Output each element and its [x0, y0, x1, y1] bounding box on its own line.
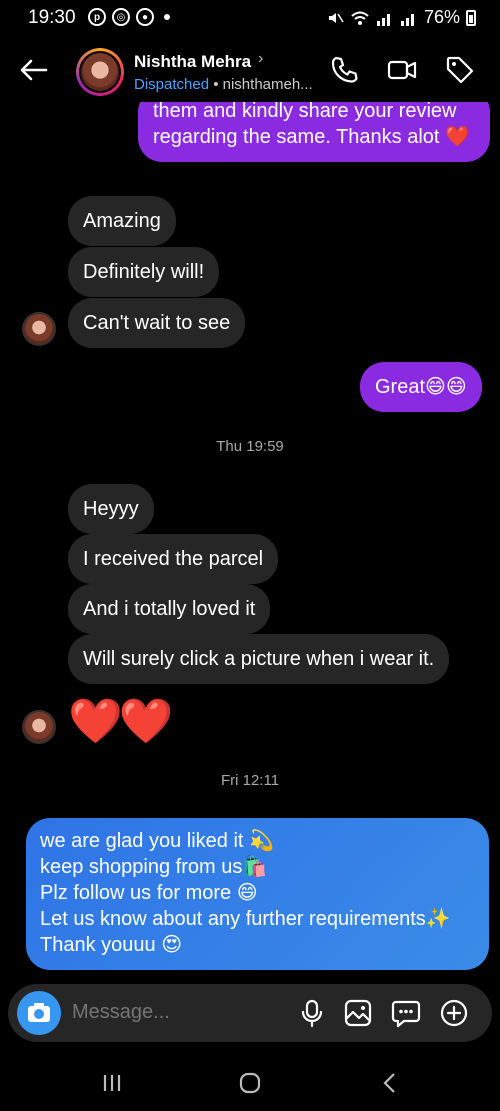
message-incoming[interactable]: I received the parcel [68, 534, 279, 584]
chevron-right-icon: › [258, 50, 264, 67]
camera-button[interactable] [17, 991, 61, 1035]
home-icon[interactable] [230, 1068, 270, 1098]
message-incoming[interactable]: Definitely will! [68, 247, 220, 297]
contact-avatar[interactable] [76, 48, 124, 96]
more-notifications-icon [164, 14, 170, 20]
contact-username: • nishthameh... [209, 76, 313, 93]
system-nav-bar [0, 1050, 500, 1111]
status-right: 76% [326, 7, 476, 28]
message-incoming[interactable]: And i totally loved it [68, 584, 271, 634]
recents-icon[interactable] [92, 1068, 132, 1098]
avatar-photo [81, 53, 119, 91]
message-incoming[interactable]: Can't wait to see [68, 298, 246, 348]
mute-icon [328, 12, 344, 23]
back-nav-icon[interactable] [370, 1068, 410, 1098]
battery-icon [466, 9, 476, 26]
tag-icon[interactable] [444, 54, 476, 86]
message-line: Thank youuu 😍 [40, 934, 183, 956]
instagram-icon: ◎ [112, 8, 130, 26]
message-input[interactable] [72, 1001, 272, 1024]
account-icon: ● [136, 8, 154, 26]
status-bar: 19:30 p ◎ ● 76% [0, 0, 500, 38]
sender-avatar[interactable] [22, 312, 56, 346]
signal-icon-2 [400, 13, 414, 26]
message-incoming[interactable]: Amazing [68, 196, 176, 246]
message-outgoing[interactable]: we are glad you liked it 💫 keep shopping… [26, 818, 489, 970]
contact-subtitle[interactable]: Dispatched • nishthameh... [134, 76, 313, 93]
camera-icon [28, 1003, 50, 1022]
contact-name[interactable]: Nishtha Mehra [134, 52, 251, 72]
order-status-label: Dispatched [134, 76, 210, 93]
plus-icon[interactable] [438, 997, 470, 1029]
phone-icon[interactable] [328, 54, 360, 86]
message-outgoing[interactable]: Great😄😄 [360, 362, 482, 412]
message-line: we are glad you liked it 💫 [40, 830, 274, 852]
message-outgoing[interactable]: them and kindly share your review regard… [138, 102, 490, 162]
signal-icon [376, 13, 390, 26]
message-composer [8, 984, 492, 1042]
message-incoming[interactable]: Will surely click a picture when i wear … [68, 634, 450, 684]
wifi-icon [351, 11, 369, 25]
hearts-reaction-message[interactable]: ❤️❤️ [68, 698, 174, 746]
message-line: Let us know about any further requiremen… [40, 908, 451, 930]
pinterest-icon: p [88, 8, 106, 26]
timestamp: Thu 19:59 [216, 438, 284, 455]
message-line: Plz follow us for more 😄 [40, 882, 258, 904]
chat-header: Nishtha Mehra › Dispatched • nishthameh.… [0, 38, 500, 102]
timestamp: Fri 12:11 [220, 772, 280, 789]
gallery-icon[interactable] [342, 997, 374, 1029]
battery-percent: 76% [423, 7, 460, 27]
back-arrow-icon[interactable] [16, 52, 52, 88]
microphone-icon[interactable] [296, 997, 328, 1029]
chat-thread[interactable]: them and kindly share your review regard… [0, 102, 500, 980]
message-line: keep shopping from us🛍️ [40, 856, 268, 878]
message-incoming[interactable]: Heyyy [68, 484, 154, 534]
status-time: 19:30 [28, 7, 76, 28]
video-call-icon[interactable] [386, 54, 418, 86]
sender-avatar[interactable] [22, 710, 56, 744]
notification-icons: p ◎ ● [88, 8, 170, 26]
sticker-icon[interactable] [390, 997, 422, 1029]
